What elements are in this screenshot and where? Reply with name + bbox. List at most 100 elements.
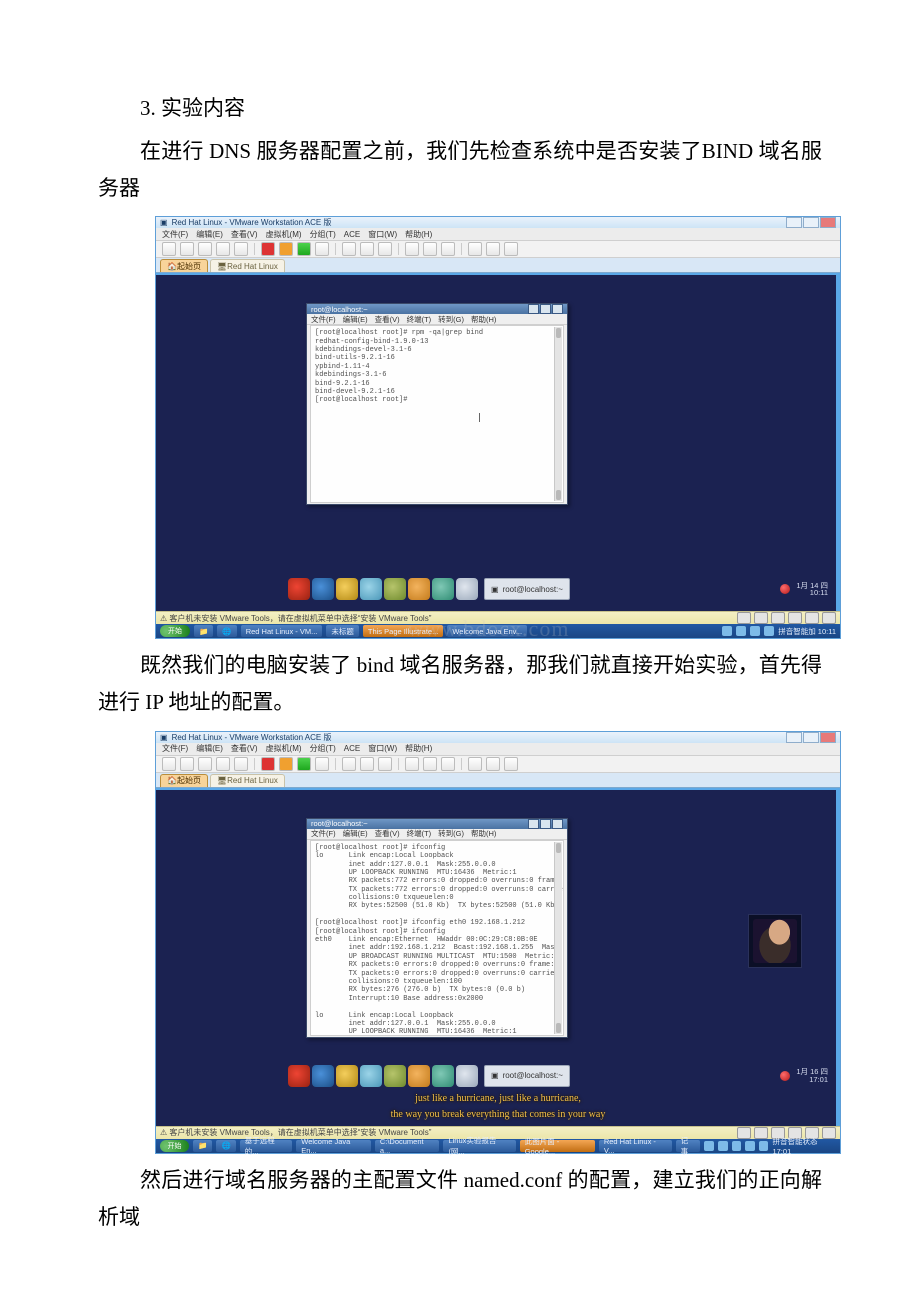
reset-icon[interactable] xyxy=(315,242,329,256)
suspend-icon[interactable] xyxy=(279,242,293,256)
notification-dot-icon[interactable] xyxy=(780,1071,790,1081)
terminal-window[interactable]: root@localhost:~ 文件(F) 编辑(E) 查看(V) 终端(T)… xyxy=(306,303,568,505)
snapshot-icon[interactable] xyxy=(360,757,374,771)
terminal-launcher-icon[interactable] xyxy=(336,578,358,600)
music-widget[interactable] xyxy=(748,914,802,968)
maximize-button[interactable] xyxy=(803,732,819,743)
toolbar-icon[interactable] xyxy=(234,242,248,256)
menu-item[interactable]: 窗口(W) xyxy=(368,743,397,754)
poweron-icon[interactable] xyxy=(297,757,311,771)
toolbar-icon[interactable] xyxy=(234,757,248,771)
minimize-button[interactable] xyxy=(786,732,802,743)
menu-item[interactable]: 文件(F) xyxy=(162,229,188,240)
browser-icon[interactable] xyxy=(360,578,382,600)
close-button[interactable] xyxy=(820,217,836,228)
terminal-close-icon[interactable] xyxy=(552,304,563,314)
terminal-minimize-icon[interactable] xyxy=(528,819,539,829)
tray-icon[interactable] xyxy=(764,626,774,636)
app-icon[interactable] xyxy=(456,578,478,600)
host-taskbar[interactable]: 开始 📁 🌐 Red Hat Linux - VM... 未标题 This Pa… xyxy=(156,624,840,638)
term-menu-item[interactable]: 转到(G) xyxy=(438,828,464,839)
system-tray[interactable]: 拼音智能状态 17:01 xyxy=(704,1136,836,1156)
taskbar-terminal[interactable]: ▣ root@localhost:~ xyxy=(484,578,570,600)
host-task[interactable]: Red Hat Linux - VM... xyxy=(241,625,323,637)
tab-home[interactable]: 🏠 起始页 xyxy=(160,774,208,787)
tray-icon[interactable] xyxy=(722,626,732,636)
terminal-output[interactable]: [root@localhost root]# rpm -qa|grep bind… xyxy=(310,325,564,503)
term-menu-item[interactable]: 编辑(E) xyxy=(343,828,368,839)
host-task[interactable]: Red Hat Linux - V... xyxy=(599,1140,672,1152)
menu-item[interactable]: 文件(F) xyxy=(162,743,188,754)
term-menu-item[interactable]: 文件(F) xyxy=(311,828,336,839)
term-menu-item[interactable]: 帮助(H) xyxy=(471,314,496,325)
term-menu-item[interactable]: 终端(T) xyxy=(407,314,432,325)
redhat-menu-icon[interactable] xyxy=(288,1065,310,1087)
tray-icon[interactable] xyxy=(732,1141,742,1151)
menu-item[interactable]: 查看(V) xyxy=(231,743,258,754)
menu-item[interactable]: 虚拟机(M) xyxy=(266,229,302,240)
toolbar-icon[interactable] xyxy=(441,757,455,771)
terminal-minimize-icon[interactable] xyxy=(528,304,539,314)
term-menu-item[interactable]: 查看(V) xyxy=(375,314,400,325)
term-menu-item[interactable]: 查看(V) xyxy=(375,828,400,839)
toolbar-icon[interactable] xyxy=(423,242,437,256)
redhat-menu-icon[interactable] xyxy=(288,578,310,600)
toolbar-icon[interactable] xyxy=(468,242,482,256)
host-task[interactable]: 📁 xyxy=(194,625,213,637)
host-task[interactable]: 记事 xyxy=(676,1140,701,1152)
start-button[interactable]: 开始 xyxy=(160,1140,189,1152)
terminal-close-icon[interactable] xyxy=(552,819,563,829)
terminal-maximize-icon[interactable] xyxy=(540,304,551,314)
app-icon[interactable] xyxy=(432,578,454,600)
device-icon[interactable] xyxy=(754,612,768,624)
device-icon[interactable] xyxy=(788,612,802,624)
reset-icon[interactable] xyxy=(315,757,329,771)
term-menu-item[interactable]: 编辑(E) xyxy=(343,314,368,325)
toolbar-icon[interactable] xyxy=(441,242,455,256)
system-tray[interactable]: 拼音智能加 10:11 xyxy=(722,626,836,637)
menu-item[interactable]: 查看(V) xyxy=(231,229,258,240)
terminal-titlebar[interactable]: root@localhost:~ xyxy=(307,819,567,829)
menu-item[interactable]: 虚拟机(M) xyxy=(266,743,302,754)
app-icon[interactable] xyxy=(432,1065,454,1087)
guest-desktop[interactable]: root@localhost:~ 文件(F) 编辑(E) 查看(V) 终端(T)… xyxy=(156,788,840,1126)
tray-icon[interactable] xyxy=(745,1141,755,1151)
tab-home[interactable]: 🏠 起始页 xyxy=(160,259,208,272)
toolbar-icon[interactable] xyxy=(216,757,230,771)
poweron-icon[interactable] xyxy=(297,242,311,256)
host-taskbar[interactable]: 开始 📁 🌐 基于远程的... Welcome Java En... C:\Do… xyxy=(156,1139,840,1153)
toolbar-icon[interactable] xyxy=(180,242,194,256)
office-icon[interactable] xyxy=(408,578,430,600)
menu-item[interactable]: 编辑(E) xyxy=(196,229,223,240)
app-icon[interactable] xyxy=(456,1065,478,1087)
gnome-panel[interactable]: ▣ root@localhost:~ xyxy=(288,577,570,601)
terminal-output[interactable]: [root@localhost root]# ifconfig lo Link … xyxy=(310,840,564,1036)
snapshot-icon[interactable] xyxy=(342,242,356,256)
menu-item[interactable]: ACE xyxy=(344,744,360,753)
nautilus-icon[interactable] xyxy=(312,1065,334,1087)
menu-item[interactable]: 分组(T) xyxy=(310,743,336,754)
menu-item[interactable]: 分组(T) xyxy=(310,229,336,240)
toolbar-icon[interactable] xyxy=(198,757,212,771)
guest-desktop[interactable]: root@localhost:~ 文件(F) 编辑(E) 查看(V) 终端(T)… xyxy=(156,273,840,611)
host-task[interactable]: 此图片面 - Google... xyxy=(520,1140,595,1152)
tray-icon[interactable] xyxy=(704,1141,714,1151)
snapshot-icon[interactable] xyxy=(378,757,392,771)
tray-icon[interactable] xyxy=(736,626,746,636)
device-icon[interactable] xyxy=(805,612,819,624)
tab-guest[interactable]: 🖥 Red Hat Linux xyxy=(210,774,285,787)
term-menu-item[interactable]: 终端(T) xyxy=(407,828,432,839)
taskbar-terminal[interactable]: ▣ root@localhost:~ xyxy=(484,1065,570,1087)
terminal-launcher-icon[interactable] xyxy=(336,1065,358,1087)
tab-guest[interactable]: 🖥 Red Hat Linux xyxy=(210,259,285,272)
nautilus-icon[interactable] xyxy=(312,578,334,600)
email-icon[interactable] xyxy=(384,1065,406,1087)
toolbar-icon[interactable] xyxy=(162,757,176,771)
tray-icon[interactable] xyxy=(718,1141,728,1151)
office-icon[interactable] xyxy=(408,1065,430,1087)
term-menu-item[interactable]: 帮助(H) xyxy=(471,828,496,839)
notification-dot-icon[interactable] xyxy=(780,584,790,594)
menu-item[interactable]: ACE xyxy=(344,230,360,239)
host-task[interactable]: 🌐 xyxy=(216,1140,235,1152)
host-task[interactable]: 未标题 xyxy=(326,625,359,637)
